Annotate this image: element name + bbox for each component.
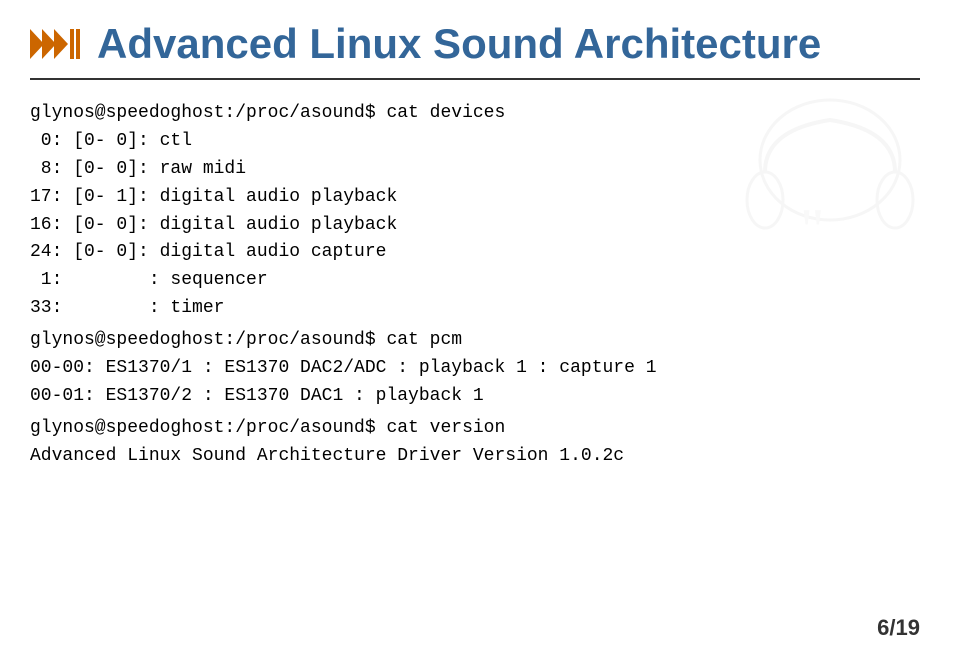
terminal-block-devices: glynos@speedoghost:/proc/asound$ cat dev…: [30, 100, 710, 323]
terminal-line: 00-00: ES1370/1 : ES1370 DAC2/ADC : play…: [30, 355, 710, 383]
terminal-line: 33: : timer: [30, 295, 710, 323]
terminal-line: 16: [0- 0]: digital audio playback: [30, 212, 710, 240]
terminal-block-version: glynos@speedoghost:/proc/asound$ cat ver…: [30, 415, 710, 471]
terminal-line: 00-01: ES1370/2 : ES1370 DAC1 : playback…: [30, 383, 710, 411]
terminal-block-pcm: glynos@speedoghost:/proc/asound$ cat pcm…: [30, 327, 710, 411]
terminal-line: glynos@speedoghost:/proc/asound$ cat ver…: [30, 415, 710, 443]
terminal-line: 1: : sequencer: [30, 267, 710, 295]
page-number: 6/19: [877, 615, 920, 641]
terminal-line: 17: [0- 1]: digital audio playback: [30, 184, 710, 212]
arrow-icon: [30, 25, 82, 63]
terminal-line: 8: [0- 0]: raw midi: [30, 156, 710, 184]
decorative-image: ": [730, 80, 930, 300]
page-title: Advanced Linux Sound Architecture: [97, 20, 821, 68]
terminal-line: 24: [0- 0]: digital audio capture: [30, 239, 710, 267]
title-area: Advanced Linux Sound Architecture: [30, 20, 920, 80]
terminal-line: glynos@speedoghost:/proc/asound$ cat pcm: [30, 327, 710, 355]
terminal-line: Advanced Linux Sound Architecture Driver…: [30, 443, 710, 471]
svg-text:": ": [800, 197, 825, 263]
text-content: glynos@speedoghost:/proc/asound$ cat dev…: [30, 100, 710, 471]
terminal-line: glynos@speedoghost:/proc/asound$ cat dev…: [30, 100, 710, 128]
terminal-line: 0: [0- 0]: ctl: [30, 128, 710, 156]
page-container: Advanced Linux Sound Architecture " glyn…: [0, 0, 960, 661]
